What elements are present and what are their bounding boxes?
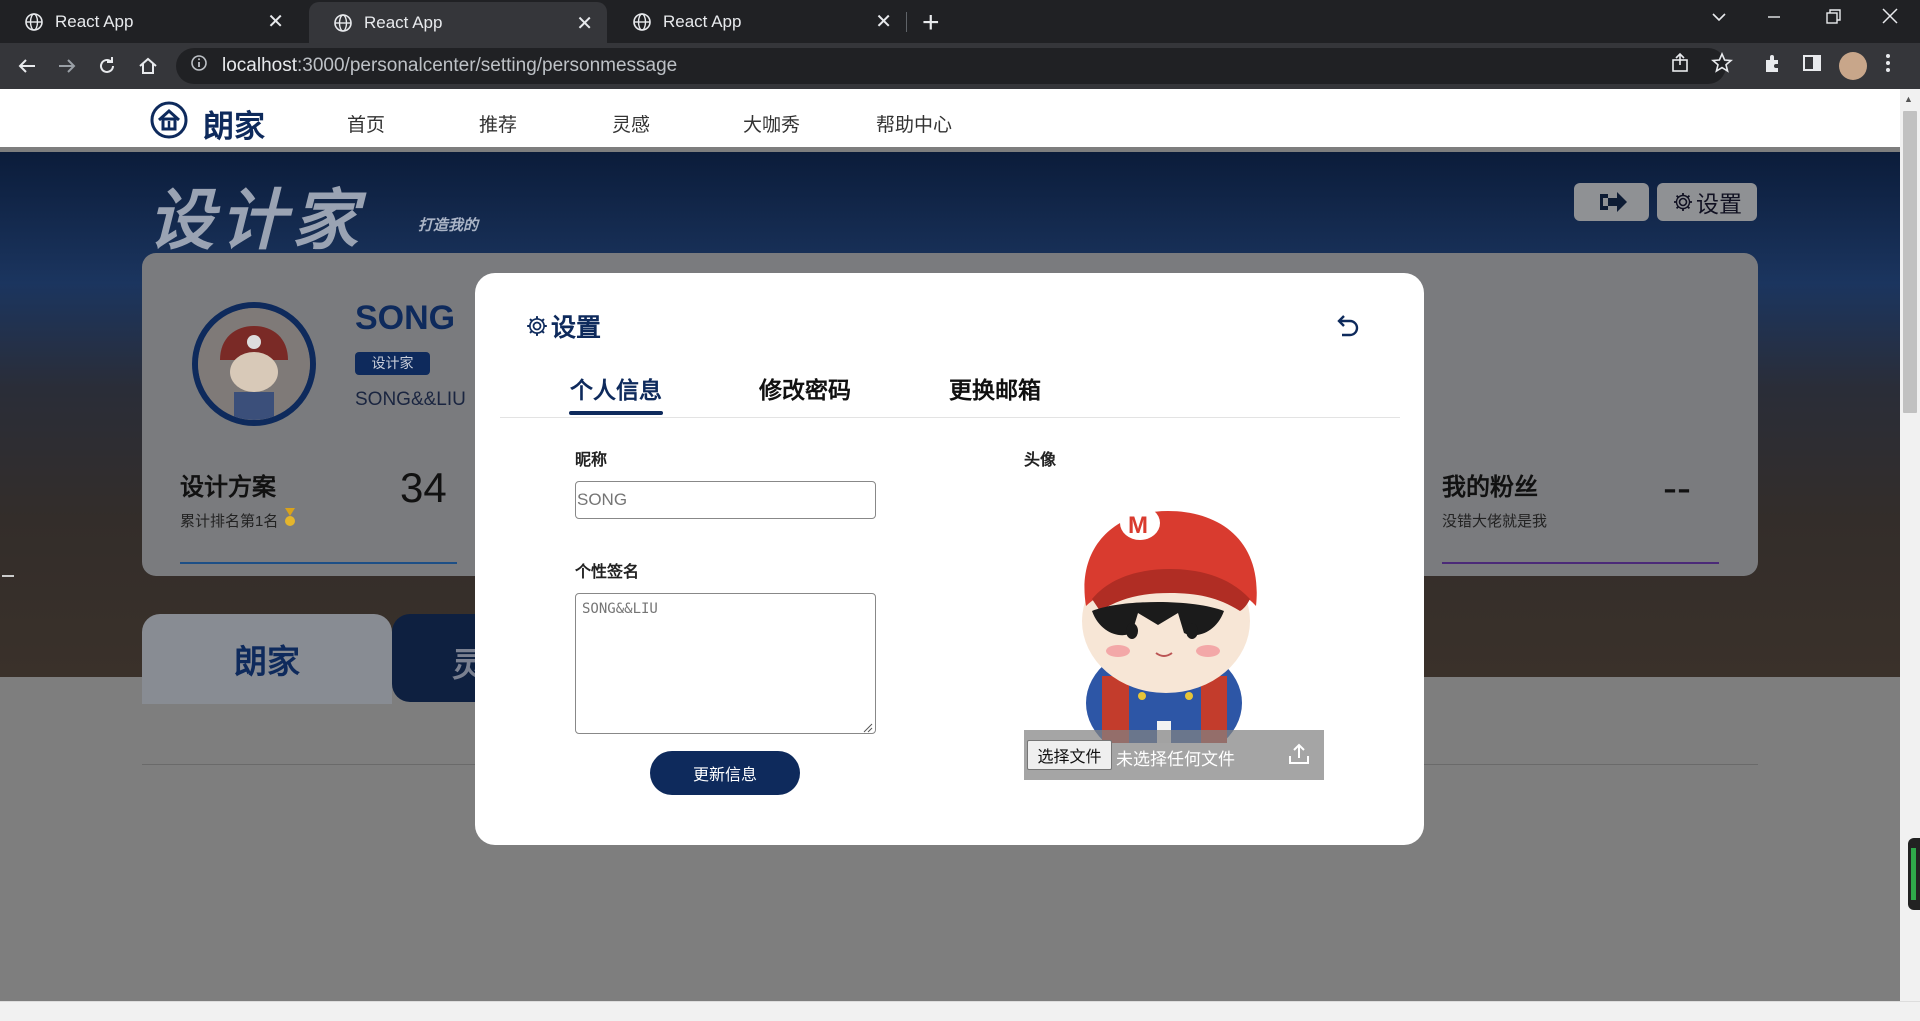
settings-button[interactable]: 设置 (1657, 183, 1757, 221)
stat-designs-value: 34 (400, 464, 447, 511)
tab-title: React App (55, 11, 134, 31)
home-icon[interactable] (134, 52, 162, 80)
tab-langjia[interactable]: 朗家 (142, 614, 392, 704)
tab-personal-info[interactable]: 个人信息 (570, 371, 662, 405)
nav-showcase[interactable]: 大咖秀 (743, 110, 800, 137)
browser-toolbar: localhost:3000/personalcenter/setting/pe… (0, 43, 1920, 89)
close-tab-icon[interactable]: ✕ (576, 11, 593, 36)
signature-textarea[interactable] (575, 593, 876, 734)
reload-icon[interactable] (93, 52, 121, 80)
update-info-button[interactable]: 更新信息 (650, 751, 800, 795)
upload-icon[interactable] (1287, 742, 1311, 771)
stat-fans-value: -- (1663, 464, 1691, 511)
site-header: 朗家 首页 推荐 灵感 大咖秀 帮助中心 (0, 89, 1900, 147)
address-bar[interactable]: localhost:3000/personalcenter/setting/pe… (176, 48, 1726, 84)
url-host: localhost (222, 55, 297, 76)
browser-tab-strip: React App ✕ React App ✕ React App ✕ + (0, 0, 1920, 43)
forward-icon[interactable] (53, 52, 81, 80)
avatar-preview: M (1024, 481, 1324, 743)
tab-search-icon[interactable] (1710, 8, 1728, 32)
browser-menu-icon[interactable] (1884, 52, 1892, 79)
stat-fans-title: 我的粉丝 (1442, 474, 1538, 501)
globe-icon (334, 13, 352, 32)
browser-tab[interactable]: React App ✕ (608, 0, 906, 43)
extensions-icon[interactable] (1762, 52, 1784, 79)
profile-avatar (192, 302, 316, 426)
new-tab-icon[interactable]: + (922, 6, 940, 40)
nav-help-center[interactable]: 帮助中心 (876, 110, 952, 137)
edge-marker (2, 575, 14, 577)
minimize-icon[interactable] (1765, 8, 1783, 32)
house-logo-icon[interactable] (150, 101, 188, 144)
no-file-text: 未选择任何文件 (1116, 750, 1235, 769)
stat-fans-sub: 没错大佬就是我 (1442, 513, 1548, 530)
scroll-up-icon[interactable]: ▲ (1904, 94, 1913, 104)
profile-avatar-icon[interactable] (1839, 52, 1867, 80)
settings-modal: 设置 个人信息 修改密码 更换邮箱 昵称 个性签名 更新信息 头像 (475, 273, 1424, 845)
svg-text:M: M (1128, 512, 1148, 539)
browser-tab-active[interactable]: React App ✕ (309, 2, 607, 43)
window-bottom-edge (0, 1001, 1920, 1021)
side-widget-meter (1911, 848, 1916, 900)
globe-icon (25, 12, 43, 31)
scrollbar-thumb[interactable] (1903, 111, 1917, 413)
profile-name: SONG (355, 299, 456, 337)
choose-file-button[interactable]: 选择文件 (1027, 740, 1112, 770)
back-icon[interactable] (13, 52, 41, 80)
page-viewport: 朗家 首页 推荐 灵感 大咖秀 帮助中心 设计家 打造我的 设置 SONG 设计… (0, 89, 1900, 1001)
active-tab-indicator (569, 411, 663, 415)
nav-inspiration[interactable]: 灵感 (612, 110, 650, 137)
signature-label: 个性签名 (575, 564, 640, 581)
profile-badge: 设计家 (355, 352, 430, 375)
stat-designs-sub: 累计排名第1名 (180, 513, 279, 530)
tab-title: React App (663, 11, 742, 31)
browser-tab[interactable]: React App ✕ (0, 0, 298, 43)
modal-title-text: 设置 (551, 314, 602, 342)
nickname-label: 昵称 (575, 452, 608, 469)
settings-label: 设置 (1696, 191, 1742, 217)
hero-subtitle: 打造我的 (418, 217, 479, 234)
side-panel-icon[interactable] (1801, 52, 1823, 79)
logout-button[interactable] (1574, 183, 1649, 221)
hero-title: 设计家 (148, 183, 364, 257)
tab-change-password[interactable]: 修改密码 (759, 371, 851, 405)
resize-grip-icon[interactable] (861, 720, 873, 733)
stat-designs-title: 设计方案 (180, 474, 276, 501)
tab-separator (906, 12, 907, 32)
globe-icon (633, 12, 651, 31)
bookmark-star-icon[interactable] (1711, 51, 1733, 79)
close-window-icon[interactable] (1880, 6, 1900, 32)
site-logo-text[interactable]: 朗家 (203, 101, 265, 146)
nav-recommend[interactable]: 推荐 (479, 110, 517, 137)
tab-change-email[interactable]: 更换邮箱 (949, 371, 1041, 405)
site-info-icon[interactable] (190, 54, 208, 78)
stat-underline (1442, 562, 1719, 564)
gear-icon (1674, 193, 1692, 211)
profile-signature: SONG&&LIU (355, 389, 466, 410)
tabs-divider (500, 417, 1400, 418)
side-widget[interactable] (1908, 838, 1920, 910)
share-icon[interactable] (1670, 52, 1692, 79)
close-tab-icon[interactable]: ✕ (875, 9, 892, 34)
logout-icon (1600, 192, 1627, 212)
medal-icon (283, 508, 297, 533)
tab-title: React App (364, 12, 443, 32)
restore-icon[interactable] (1824, 8, 1842, 32)
nickname-input[interactable] (575, 481, 876, 519)
close-tab-icon[interactable]: ✕ (267, 9, 284, 34)
stat-underline (180, 562, 457, 564)
nav-home[interactable]: 首页 (347, 110, 385, 137)
gear-icon (527, 316, 547, 336)
avatar-label: 头像 (1024, 452, 1057, 469)
undo-back-icon[interactable] (1332, 313, 1360, 344)
url-path: :3000/personalcenter/setting/personmessa… (297, 55, 678, 76)
modal-title: 设置 (525, 308, 601, 344)
